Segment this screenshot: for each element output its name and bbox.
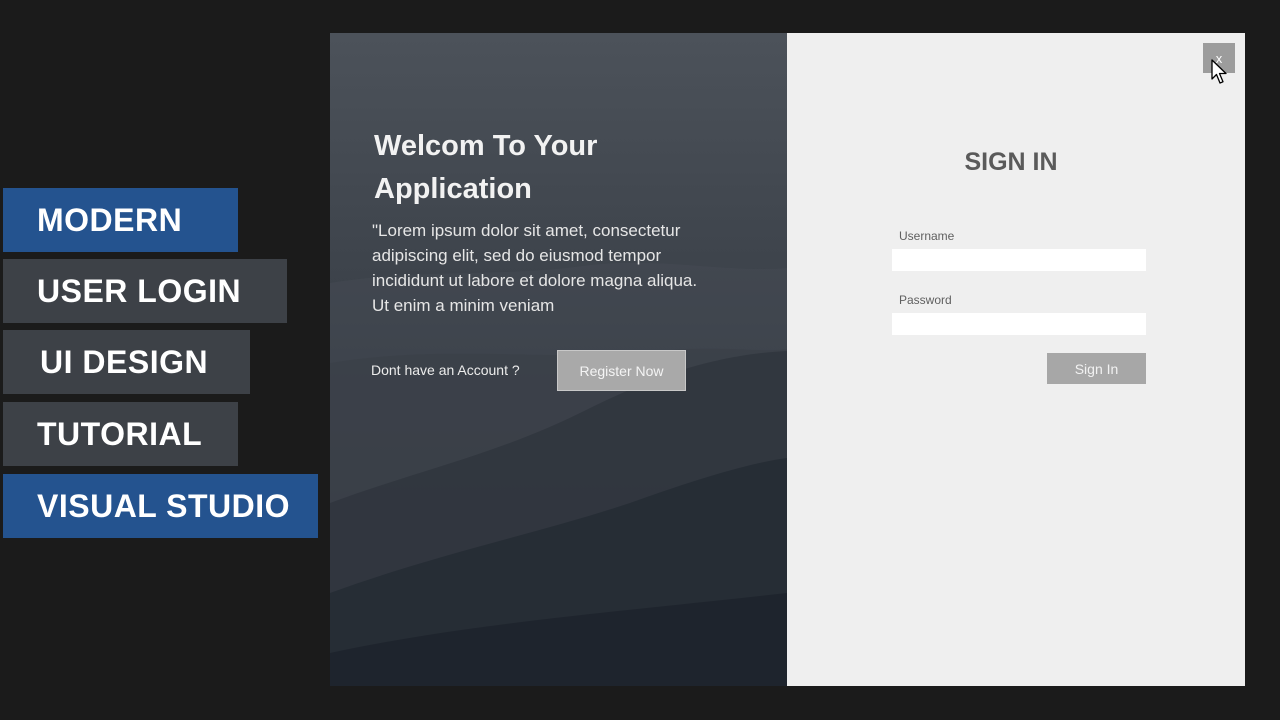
register-now-button[interactable]: Register Now [557, 350, 686, 391]
mouse-pointer-icon [1211, 59, 1227, 84]
no-account-text: Dont have an Account ? [371, 362, 520, 378]
tag-user-login: USER LOGIN [3, 259, 287, 323]
signin-title: SIGN IN [964, 148, 1058, 176]
signin-button[interactable]: Sign In [1047, 353, 1146, 384]
tag-ui-design: UI DESIGN [3, 330, 250, 394]
login-window: Welcom To Your Application "Lorem ipsum … [330, 33, 1245, 686]
password-input[interactable] [892, 313, 1146, 335]
username-label: Username [899, 229, 955, 243]
welcome-panel: Welcom To Your Application "Lorem ipsum … [330, 33, 787, 686]
password-label: Password [899, 293, 952, 307]
tag-visual-studio: VISUAL STUDIO [3, 474, 318, 538]
welcome-title: Welcom To Your Application [374, 130, 598, 205]
tag-modern: MODERN [3, 188, 238, 252]
welcome-description: "Lorem ipsum dolor sit amet, consectetur… [372, 221, 698, 315]
tag-tutorial: TUTORIAL [3, 402, 238, 466]
username-input[interactable] [892, 249, 1146, 271]
signin-panel: x SIGN IN Username Password Sign In [787, 33, 1245, 686]
